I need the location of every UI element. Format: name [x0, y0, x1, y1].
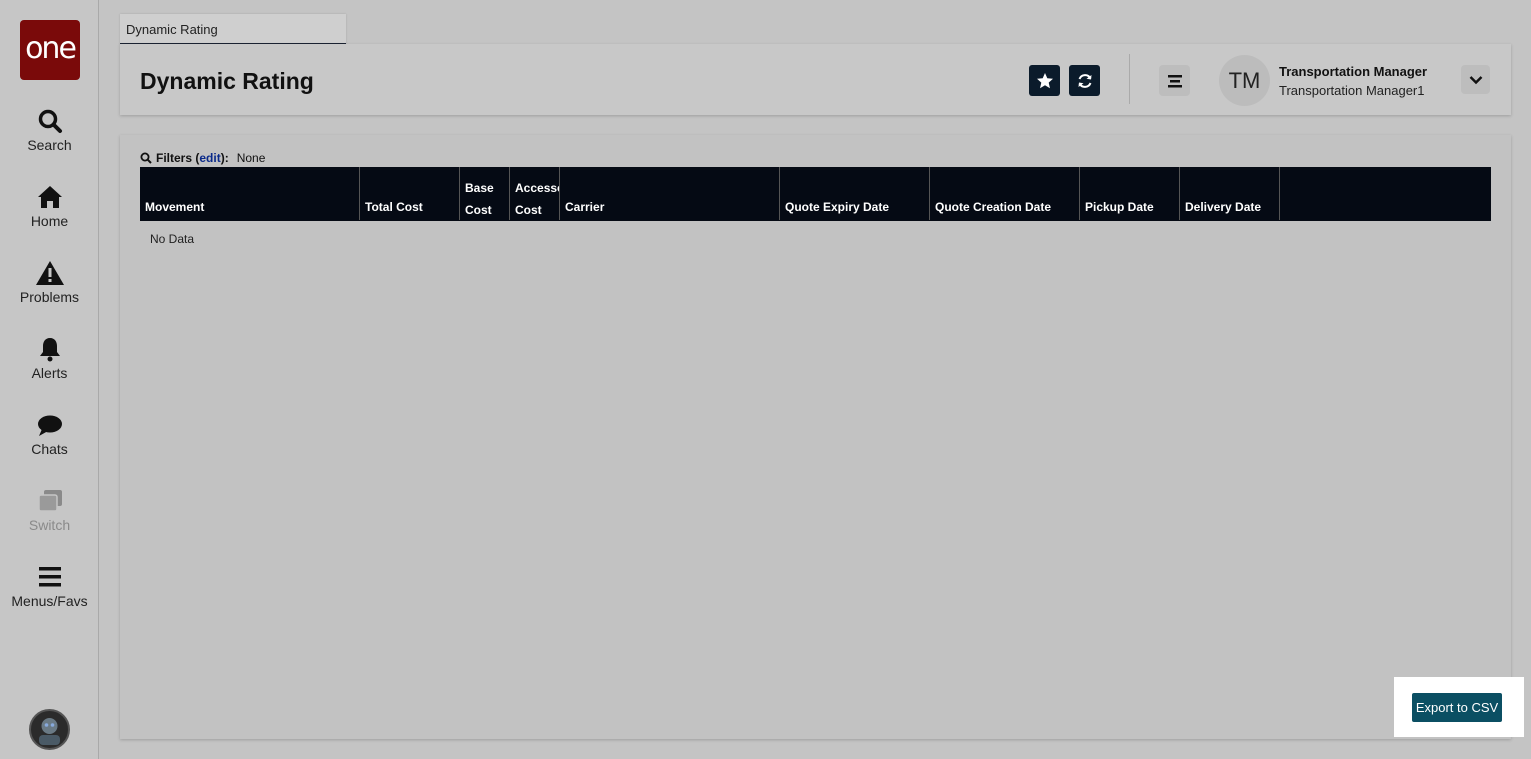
star-icon: [1036, 72, 1053, 88]
filters-bar: Filters (edit): None: [140, 151, 265, 165]
content-panel: Filters (edit): None Movement Total Cost…: [120, 135, 1511, 739]
sidebar-item-label: Menus/Favs: [11, 593, 88, 609]
user-name: Transportation Manager: [1279, 64, 1428, 79]
chat-icon: [37, 415, 62, 436]
sidebar-item-alerts[interactable]: Alerts: [0, 336, 99, 381]
column-header-quote-creation-date[interactable]: Quote Creation Date: [930, 167, 1080, 220]
sidebar-item-label: Search: [27, 137, 72, 153]
page-menu-button[interactable]: [1159, 65, 1190, 96]
table-header: Movement Total Cost Base Cost Accesso Cost…: [140, 167, 1491, 221]
column-header-total-cost[interactable]: Total Cost: [360, 167, 460, 220]
sidebar-item-label: Problems: [19, 289, 80, 305]
sidebar-item-problems[interactable]: Problems: [0, 260, 99, 305]
chevron-down-icon: [1469, 75, 1482, 84]
sidebar-item-search[interactable]: Search: [0, 108, 99, 153]
page-title: Dynamic Rating: [140, 68, 314, 94]
home-icon: [37, 186, 62, 208]
sidebar-item-label: Switch: [28, 517, 71, 533]
column-header-movement[interactable]: Movement: [140, 167, 360, 220]
tab-label: Dynamic Rating: [126, 22, 218, 37]
sidebar-item-chats[interactable]: Chats: [0, 414, 99, 457]
search-icon: [140, 152, 152, 164]
refresh-icon: [1078, 73, 1091, 88]
filters-label: Filters (edit):: [156, 151, 229, 165]
assistant-icon: [39, 718, 60, 745]
column-header-base-cost[interactable]: Base Cost: [460, 167, 510, 220]
app-logo[interactable]: one: [20, 20, 80, 80]
favorite-button[interactable]: [1029, 65, 1060, 96]
column-header-quote-expiry-date[interactable]: Quote Expiry Date: [780, 167, 930, 220]
column-header-carrier[interactable]: Carrier: [560, 167, 780, 220]
list-menu-icon: [1167, 74, 1182, 87]
sidebar-item-menus-favs[interactable]: Menus/Favs: [0, 564, 99, 609]
user-role: Transportation Manager1: [1279, 83, 1425, 98]
table-empty-message: No Data: [150, 232, 195, 246]
assistant-avatar[interactable]: [29, 709, 70, 750]
column-header-pickup-date[interactable]: Pickup Date: [1080, 167, 1180, 220]
export-csv-button[interactable]: Export to CSV: [1412, 693, 1502, 722]
page-header: Dynamic Rating TM Transportation Manager…: [120, 44, 1511, 115]
sidebar-item-label: Chats: [31, 441, 68, 457]
user-menu-dropdown[interactable]: [1461, 65, 1490, 94]
user-avatar[interactable]: TM: [1219, 55, 1270, 106]
sidebar: one Search Home Problems Alerts Chats Sw…: [0, 0, 99, 759]
sidebar-item-label: Alerts: [31, 365, 68, 381]
filters-edit-link[interactable]: edit: [199, 151, 220, 165]
tab-dynamic-rating[interactable]: Dynamic Rating: [120, 14, 346, 45]
bell-icon: [39, 338, 60, 362]
warning-icon: [35, 261, 64, 285]
search-icon: [38, 109, 62, 133]
sidebar-item-label: Home: [30, 213, 69, 229]
refresh-button[interactable]: [1069, 65, 1100, 96]
export-highlight: Export to CSV: [1394, 677, 1524, 737]
filters-value: None: [236, 151, 266, 165]
menu-icon: [38, 567, 61, 587]
column-header-accessorial-cost[interactable]: Accesso Cost: [510, 167, 560, 220]
sidebar-item-switch[interactable]: Switch: [0, 488, 99, 533]
column-header-delivery-date[interactable]: Delivery Date: [1180, 167, 1280, 220]
switch-icon: [37, 490, 62, 512]
header-divider: [1129, 54, 1130, 104]
sidebar-item-home[interactable]: Home: [0, 184, 99, 229]
